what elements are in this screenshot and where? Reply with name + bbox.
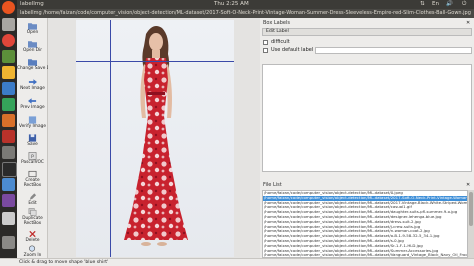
photo-dress-model[interactable] [76, 20, 234, 257]
drive-icon[interactable] [2, 212, 15, 225]
verify-image-label: Verify Image [18, 124, 46, 129]
check-icon [28, 116, 37, 124]
zoom-in-icon [29, 245, 36, 252]
copy-icon [28, 208, 37, 216]
difficult-label: difficult [271, 39, 290, 45]
active-app-name: labelImg [20, 1, 44, 7]
save-format-button[interactable]: P PascalVOC [17, 152, 48, 165]
delete-icon [29, 230, 36, 238]
crosshair-vertical-line [110, 20, 111, 257]
prev-image-label: Prev Image [20, 105, 45, 110]
right-dock: Box Labels ✕ Edit Label difficult Use de… [260, 18, 474, 258]
app-icon-2[interactable] [2, 194, 15, 207]
terminal-icon[interactable] [2, 162, 17, 177]
tool-bar: Open Open Dir Change Save Dir Next Image… [17, 18, 53, 258]
open-dir-button[interactable]: Open Dir [17, 40, 48, 53]
ubuntu-logo-icon[interactable] [2, 1, 15, 14]
folder-icon [28, 41, 37, 48]
software-center-icon[interactable] [2, 130, 15, 143]
duplicate-button[interactable]: Duplicate RectBox [17, 208, 48, 226]
network-icon[interactable]: ⇅ [420, 1, 425, 8]
volume-icon[interactable]: 🔊 [446, 1, 453, 8]
close-file-list-icon[interactable]: ✕ [466, 182, 470, 188]
trash-icon[interactable] [2, 236, 15, 249]
open-button[interactable]: Open [17, 22, 48, 35]
save-format-label: PascalVOC [21, 160, 44, 165]
create-rectbox-label: Create RectBox [23, 178, 42, 188]
change-save-dir-button[interactable]: Change Save Dir [17, 58, 53, 71]
ubuntu-launcher [0, 0, 17, 258]
calc-icon[interactable] [2, 98, 15, 111]
open-label: Open [26, 30, 39, 35]
prev-image-button[interactable]: Prev Image [17, 97, 48, 110]
next-image-label: Next Image [20, 86, 45, 91]
scrollbar-thumb[interactable] [469, 192, 473, 226]
status-bar: Click & drag to move shape 'blue shirt' [0, 258, 474, 266]
file-list-scrollbar[interactable] [468, 190, 474, 258]
settings-icon[interactable] [2, 146, 15, 159]
power-icon[interactable]: ⏻ [462, 1, 466, 8]
edit-label-button[interactable]: Edit Label [262, 28, 472, 36]
delete-button[interactable]: Delete [17, 230, 48, 243]
app-icon[interactable] [2, 50, 15, 63]
save-label: Save [27, 142, 38, 147]
file-list[interactable]: /home/faizan/code/computer_vision/object… [262, 190, 468, 258]
status-text: Click & drag to move shape 'blue shirt' [19, 260, 109, 265]
use-default-label-checkbox[interactable] [263, 48, 268, 53]
use-default-label-text: Use default label [271, 47, 314, 53]
window-title-bar[interactable]: labelImg /home/faizan/code/computer_visi… [0, 9, 474, 18]
labelimg-icon[interactable] [2, 178, 15, 191]
close-dock-icon[interactable]: ✕ [466, 20, 470, 26]
box-labels-list[interactable] [262, 64, 472, 172]
open-dir-label: Open Dir [22, 48, 43, 53]
window-title: labelImg /home/faizan/code/computer_visi… [20, 10, 472, 16]
default-label-input[interactable] [315, 47, 472, 54]
pascal-voc-icon: P [28, 152, 37, 160]
create-rectbox-button[interactable]: Create RectBox [17, 170, 48, 188]
crosshair-horizontal-line [76, 61, 234, 62]
clock[interactable]: Thu 2:25 AM [214, 1, 249, 8]
folder-open-icon [28, 23, 37, 30]
box-labels-title: Box Labels [263, 20, 290, 26]
difficult-checkbox[interactable] [263, 40, 268, 45]
next-image-button[interactable]: Next Image [17, 78, 48, 91]
change-save-dir-label: Change Save Dir [17, 66, 53, 71]
chrome-icon[interactable] [2, 34, 15, 47]
edit-label-text: Edit Label [266, 29, 289, 34]
folder-save-icon [28, 59, 37, 66]
create-box-icon [28, 170, 37, 178]
edit-icon [29, 193, 37, 200]
arrow-left-icon [28, 98, 37, 104]
edit-label: Edit [28, 201, 37, 206]
system-top-panel: labelImg Thu 2:25 AM ⇅ En 🔊 ⏻ [0, 0, 474, 9]
delete-label: Delete [25, 238, 40, 243]
edit-button[interactable]: Edit [17, 193, 48, 206]
arrow-right-icon [28, 79, 37, 85]
writer-icon[interactable] [2, 82, 15, 95]
impress-icon[interactable] [2, 114, 15, 127]
save-button[interactable]: Save [17, 134, 48, 147]
floppy-icon [28, 134, 37, 142]
duplicate-label: Duplicate RectBox [22, 216, 43, 226]
dress-model-image [76, 20, 234, 257]
svg-text:P: P [31, 154, 34, 160]
keyboard-layout-icon[interactable]: En [432, 1, 439, 8]
zoom-in-button[interactable]: Zoom In [17, 245, 48, 258]
file-list-title: File List [263, 182, 282, 188]
files-icon[interactable] [2, 18, 15, 31]
verify-image-button[interactable]: Verify Image [17, 116, 48, 129]
sublime-icon[interactable] [2, 66, 15, 79]
